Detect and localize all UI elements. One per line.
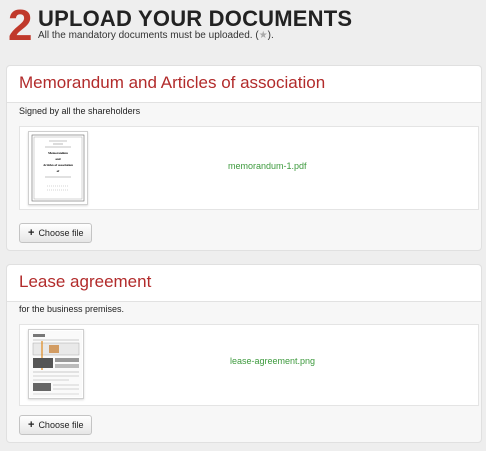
thumb-text: Memorandum <box>48 151 68 155</box>
panel-description: Signed by all the shareholders <box>19 106 141 116</box>
file-link[interactable]: memorandum-1.pdf <box>228 161 307 171</box>
document-thumbnail[interactable] <box>28 329 84 399</box>
document-panel-lease: Lease agreement for the business premise… <box>6 264 482 443</box>
uploaded-file-box: lease-agreement.png <box>19 324 479 406</box>
document-panel-memorandum: Memorandum and Articles of association S… <box>6 65 482 251</box>
page-title: UPLOAD YOUR DOCUMENTS <box>38 6 353 31</box>
file-link[interactable]: lease-agreement.png <box>230 356 315 366</box>
choose-file-button[interactable]: + Choose file <box>19 415 93 435</box>
subtitle-end: ). <box>267 30 274 41</box>
panel-heading: Lease agreement <box>7 265 481 302</box>
choose-file-label: Choose file <box>38 228 84 238</box>
star-icon: ★ <box>258 30 268 41</box>
step-number: 2 <box>8 1 33 50</box>
plus-icon: + <box>28 227 35 239</box>
panel-heading: Memorandum and Articles of association <box>7 66 481 103</box>
subtitle-text: All the mandatory documents must be uplo… <box>38 30 259 41</box>
thumb-text: and <box>55 157 60 161</box>
plus-icon: + <box>28 419 35 431</box>
step-header: 2 UPLOAD YOUR DOCUMENTS All the mandator… <box>8 1 478 52</box>
document-thumbnail[interactable]: Memorandum and Articles of association o… <box>28 131 88 205</box>
panel-title: Memorandum and Articles of association <box>19 73 326 92</box>
thumb-text: Articles of association <box>43 163 73 167</box>
panel-title: Lease agreement <box>19 272 152 291</box>
choose-file-label: Choose file <box>38 420 84 430</box>
uploaded-file-box: Memorandum and Articles of association o… <box>19 126 479 210</box>
panel-description: for the business premises. <box>19 304 125 314</box>
choose-file-button[interactable]: + Choose file <box>19 223 93 243</box>
page-subtitle: All the mandatory documents must be uplo… <box>38 30 274 42</box>
